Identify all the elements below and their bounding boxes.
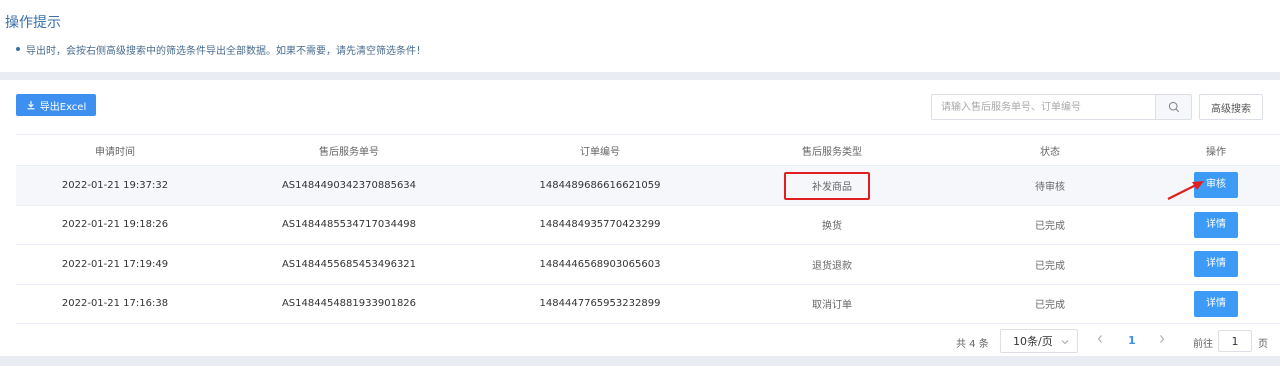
header-actions: 操作 [1206, 146, 1226, 158]
export-excel-label: 导出Excel [39, 101, 87, 113]
chevron-down-icon [1061, 335, 1069, 348]
after-sales-table: 申请时间 售后服务单号 订单编号 售后服务类型 状态 操作 2022-01-21… [16, 134, 1280, 324]
header-apply-time: 申请时间 [95, 146, 135, 158]
cell-service-type: 退货退款 [812, 260, 852, 272]
chevron-left-icon[interactable] [1096, 333, 1104, 347]
cell-status: 已完成 [1035, 260, 1065, 272]
cell-service-type: 取消订单 [812, 300, 852, 312]
cell-service-no: AS1484455685453496321 [281, 258, 417, 270]
tips-panel: 操作提示 导出时，会按右侧高级搜索中的筛选条件导出全部数据。如果不需要，请先清空… [0, 0, 1280, 72]
header-status: 状态 [1040, 146, 1060, 158]
table-row: 2022-01-21 17:19:49 AS148445568545349632… [16, 245, 1280, 285]
page-size-select[interactable]: 10条/页 [1000, 329, 1078, 353]
cell-actions: 详情 [1152, 211, 1280, 238]
page-number-current[interactable]: 1 [1128, 334, 1136, 347]
cell-apply-time: 2022-01-21 17:19:49 [61, 258, 169, 270]
header-order-no: 订单编号 [580, 146, 620, 158]
search-icon [1168, 98, 1180, 117]
cell-status: 待审核 [1035, 181, 1065, 193]
cell-status: 已完成 [1035, 300, 1065, 312]
details-button[interactable]: 详情 [1194, 290, 1238, 317]
table-row: 2022-01-21 19:37:32 AS148449034237088563… [16, 166, 1280, 206]
search-input[interactable] [932, 95, 1155, 119]
cell-service-no: AS1484485534717034498 [281, 219, 417, 231]
cell-actions: 详情 [1152, 290, 1280, 317]
cell-service-type: 换货 [822, 221, 842, 233]
download-icon [26, 100, 36, 110]
search-button[interactable] [1155, 95, 1191, 119]
details-button[interactable]: 详情 [1194, 211, 1238, 238]
cell-order-no: 1484447765953232899 [539, 298, 661, 310]
tips-title: 操作提示 [5, 15, 61, 31]
table-row: 2022-01-21 17:16:38 AS148445488193390182… [16, 285, 1280, 324]
cell-order-no: 1484446568903065603 [539, 258, 661, 270]
export-excel-button[interactable]: 导出Excel [16, 94, 96, 116]
cell-actions: 详情 [1152, 251, 1280, 278]
chevron-right-icon[interactable] [1158, 333, 1166, 347]
cell-service-no: AS1484454881933901826 [281, 298, 417, 310]
pagination-total: 共 4 条 [956, 339, 989, 350]
cell-order-no: 1484484935770423299 [539, 219, 661, 231]
table-row: 2022-01-21 19:18:26 AS148448553471703449… [16, 206, 1280, 245]
details-button[interactable]: 详情 [1194, 251, 1238, 278]
tips-item: 导出时，会按右侧高级搜索中的筛选条件导出全部数据。如果不需要，请先清空筛选条件！ [16, 42, 426, 57]
section-divider [0, 72, 1280, 80]
cell-status: 已完成 [1035, 221, 1065, 233]
arrow-annotation-icon [1166, 176, 1208, 206]
header-service-type: 售后服务类型 [802, 146, 862, 158]
highlight-box [784, 172, 870, 200]
goto-label: 前往 [1193, 339, 1213, 350]
search-box [931, 94, 1192, 120]
cell-service-no: AS1484490342370885634 [281, 179, 417, 191]
page-size-value: 10条/页 [1013, 335, 1053, 348]
footer-band [0, 356, 1280, 366]
cell-order-no: 1484489686616621059 [539, 179, 661, 191]
page-suffix-label: 页 [1258, 339, 1268, 350]
goto-page-input[interactable] [1218, 330, 1252, 352]
advanced-search-button[interactable]: 高级搜索 [1199, 94, 1263, 120]
cell-apply-time: 2022-01-21 19:18:26 [61, 219, 169, 231]
cell-apply-time: 2022-01-21 17:16:38 [61, 298, 169, 310]
table-header: 申请时间 售后服务单号 订单编号 售后服务类型 状态 操作 [16, 134, 1280, 166]
cell-apply-time: 2022-01-21 19:37:32 [61, 179, 169, 191]
header-service-no: 售后服务单号 [319, 146, 379, 158]
